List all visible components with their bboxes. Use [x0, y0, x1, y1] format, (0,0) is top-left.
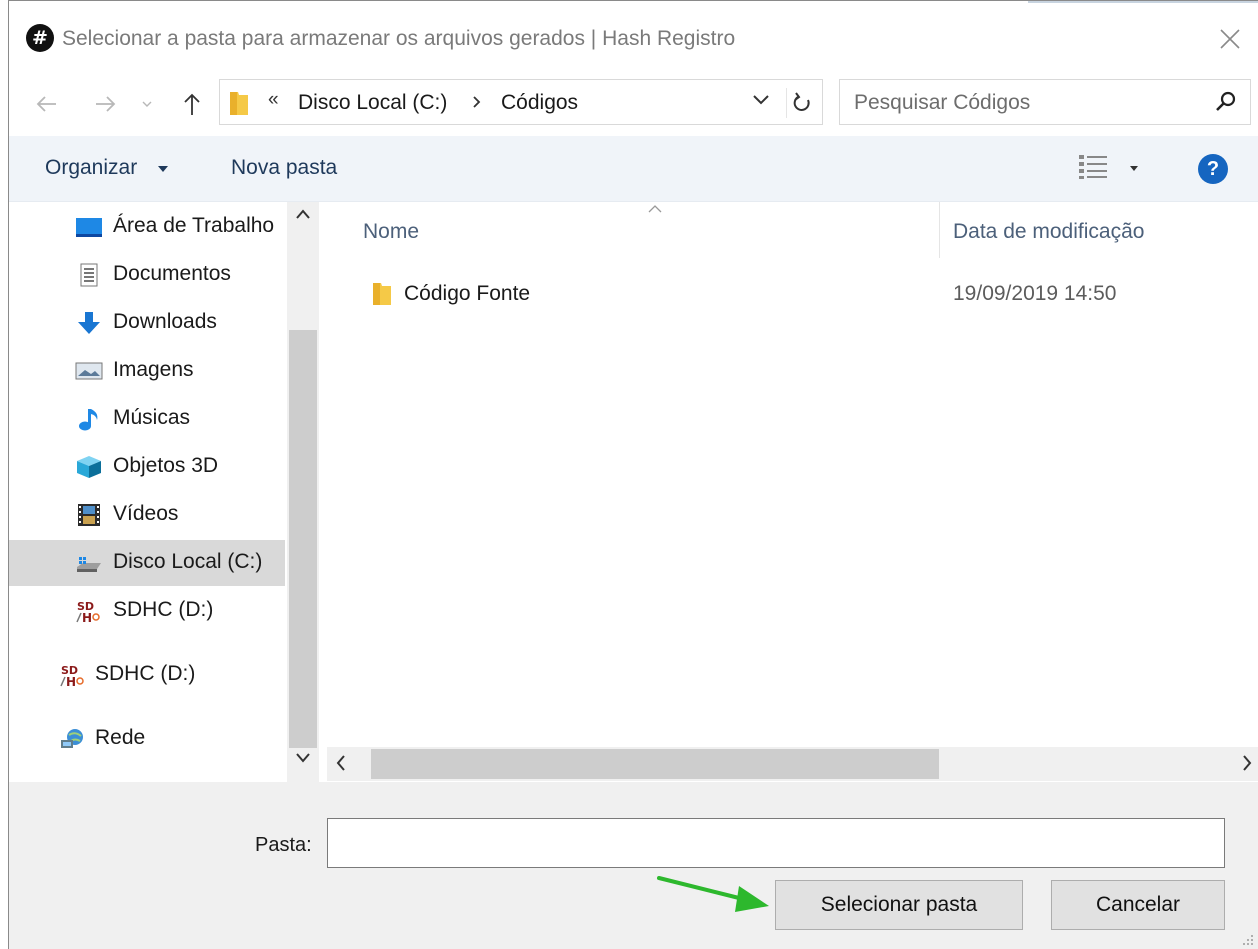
navigation-pane-scrollbar[interactable] [287, 202, 319, 782]
address-overflow-chevron[interactable]: « [268, 89, 279, 111]
file-list: Nome Data de modificação Código Fonte 19… [327, 202, 1258, 747]
desktop-icon [76, 218, 102, 237]
svg-text:H: H [66, 675, 76, 687]
folder-field-label: Pasta: [255, 834, 312, 856]
organize-caret-icon[interactable] [158, 166, 168, 172]
sidebar-item-label: Documentos [113, 262, 231, 285]
recent-locations-button[interactable] [137, 87, 157, 121]
scroll-left-icon[interactable] [335, 753, 347, 773]
sidebar-item-local-disk[interactable]: Disco Local (C:) [9, 540, 285, 586]
command-toolbar: Organizar Nova pasta ? [9, 136, 1258, 202]
sidebar-item-videos[interactable]: Vídeos [9, 492, 285, 538]
3d-objects-icon [77, 456, 101, 478]
file-date-modified: 19/09/2019 14:50 [953, 282, 1117, 305]
column-header-name[interactable]: Nome [363, 220, 419, 244]
network-icon [61, 729, 83, 748]
help-button[interactable]: ? [1198, 154, 1228, 184]
sidebar-item-documents[interactable]: Documentos [9, 252, 285, 298]
column-header-date-modified[interactable]: Data de modificação [953, 220, 1144, 244]
sd-card-icon: SDH [60, 664, 84, 687]
view-options-icon[interactable] [1077, 152, 1109, 180]
documents-icon [80, 263, 98, 287]
file-name[interactable]: Código Fonte [404, 282, 530, 306]
forward-button[interactable] [89, 87, 123, 121]
resize-grip-icon[interactable] [1242, 934, 1254, 946]
folder-icon [230, 92, 248, 115]
sidebar-item-label: Imagens [113, 358, 194, 381]
sidebar-item-label: Downloads [113, 310, 217, 333]
sidebar-item-label: SDHC (D:) [95, 662, 196, 685]
sidebar-item-label: SDHC (D:) [113, 598, 214, 621]
svg-text:H: H [82, 611, 92, 623]
sidebar-item-sdhc-root[interactable]: SD H SDHC (D:) [9, 652, 285, 698]
view-caret-icon[interactable] [1130, 166, 1138, 171]
pictures-icon [75, 362, 103, 380]
folder-picker-dialog: # Selecionar a pasta para armazenar os a… [8, 0, 1258, 949]
sidebar-item-label: Área de Trabalho [113, 214, 275, 237]
sd-card-icon: SDH [76, 600, 100, 623]
breadcrumb-codigos[interactable]: Códigos [501, 91, 578, 115]
sidebar-item-label: Vídeos [113, 502, 179, 525]
refresh-button[interactable] [786, 88, 816, 118]
window-title: Selecionar a pasta para armazenar os arq… [62, 27, 736, 50]
navigation-pane: Área de Trabalho Documentos Downloads Im… [9, 202, 319, 782]
vertical-scroll-thumb[interactable] [289, 330, 317, 748]
title-bar: # Selecionar a pasta para armazenar os a… [9, 1, 1258, 75]
select-folder-button[interactable]: Selecionar pasta [775, 880, 1023, 930]
file-list-horizontal-scrollbar[interactable] [327, 747, 1258, 781]
folder-name-input[interactable] [327, 818, 1225, 868]
sidebar-item-music[interactable]: Músicas [9, 396, 285, 442]
sidebar-item-label: Rede [95, 726, 146, 749]
sort-ascending-icon [648, 205, 662, 213]
file-row[interactable]: Código Fonte 19/09/2019 14:50 [327, 272, 1258, 316]
scroll-down-icon[interactable] [295, 752, 311, 764]
videos-icon [78, 504, 100, 526]
annotation-arrow-icon [657, 876, 769, 912]
new-folder-button[interactable]: Nova pasta [231, 156, 337, 180]
horizontal-scroll-thumb[interactable] [371, 749, 939, 779]
search-box[interactable]: Pesquisar Códigos [839, 79, 1251, 125]
up-button[interactable] [175, 87, 209, 121]
close-icon [1220, 29, 1240, 49]
search-placeholder[interactable]: Pesquisar Códigos [854, 91, 1030, 115]
scroll-right-icon[interactable] [1241, 753, 1253, 773]
cancel-button[interactable]: Cancelar [1051, 880, 1225, 930]
address-dropdown-icon[interactable] [752, 94, 770, 106]
navigation-bar: « Disco Local (C:) Códigos Pesquisar Cód… [9, 77, 1258, 129]
download-icon [78, 312, 100, 334]
arrow-left-icon [36, 96, 56, 112]
sidebar-item-pictures[interactable]: Imagens [9, 348, 285, 394]
music-icon [79, 409, 98, 431]
sidebar-item-label: Objetos 3D [113, 454, 219, 477]
organize-button[interactable]: Organizar [45, 156, 137, 180]
arrow-right-icon [96, 96, 116, 112]
arrow-up-icon [184, 93, 200, 115]
sidebar-item-downloads[interactable]: Downloads [9, 300, 285, 346]
scroll-up-icon[interactable] [295, 208, 311, 220]
sidebar-item-label: Músicas [113, 406, 191, 429]
sidebar-item-network[interactable]: Rede [9, 716, 285, 762]
breadcrumb-local-disk[interactable]: Disco Local (C:) [298, 91, 447, 115]
sidebar-item-label: Disco Local (C:) [113, 550, 263, 573]
refresh-icon [793, 92, 810, 111]
chevron-down-icon [142, 101, 152, 107]
search-icon[interactable] [1214, 90, 1238, 114]
hash-app-icon: # [26, 24, 54, 52]
back-button[interactable] [29, 87, 63, 121]
address-bar[interactable]: « Disco Local (C:) Códigos [219, 79, 823, 125]
folder-icon [373, 283, 391, 305]
chevron-right-icon[interactable] [472, 95, 482, 109]
local-disk-icon [77, 557, 101, 572]
close-button[interactable] [1210, 19, 1250, 59]
dialog-footer: Pasta: Selecionar pasta Cancelar [9, 782, 1258, 949]
column-divider[interactable] [939, 202, 940, 258]
sidebar-item-sdhc[interactable]: SD H SDHC (D:) [9, 588, 285, 634]
sidebar-item-desktop[interactable]: Área de Trabalho [9, 204, 285, 250]
sidebar-item-3d-objects[interactable]: Objetos 3D [9, 444, 285, 490]
